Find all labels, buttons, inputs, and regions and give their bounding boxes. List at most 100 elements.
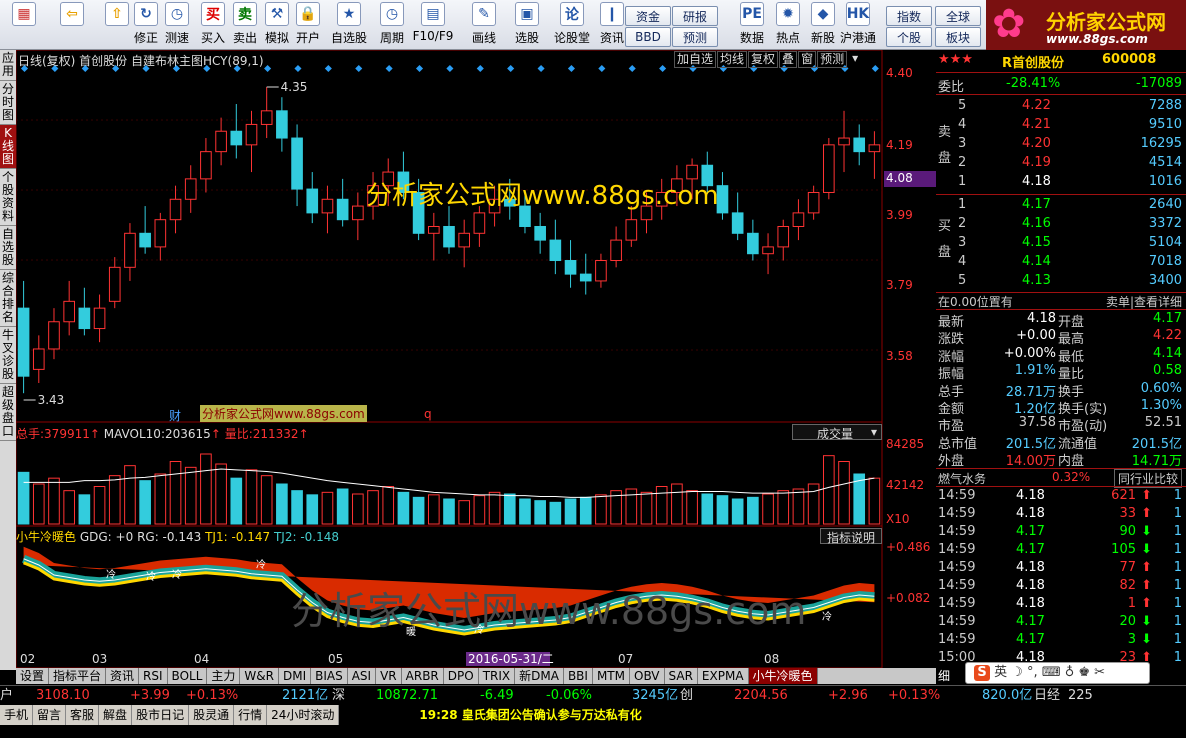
indicator-tab[interactable]: 小牛冷暖色 xyxy=(748,668,818,684)
indicator-tab[interactable]: ARBR xyxy=(402,668,444,684)
indicator-tab[interactable]: RSI xyxy=(139,668,168,684)
indicator-tab[interactable]: 新DMA xyxy=(515,668,564,684)
stat-value: 4.17 xyxy=(1153,311,1182,326)
toolbar-small-button[interactable]: 全球 xyxy=(935,6,981,26)
indicator-tab[interactable]: 指标平台 xyxy=(49,668,107,684)
indicator-tab[interactable]: VR xyxy=(376,668,402,684)
open-button[interactable]: 🔒 开户 xyxy=(289,2,327,48)
header-button[interactable]: 窗 xyxy=(798,51,817,68)
candle-body xyxy=(78,307,91,330)
indicator-tab[interactable]: BOLL xyxy=(168,668,208,684)
select-button[interactable]: ▣ 选股 xyxy=(508,2,546,48)
toolbar-small-button[interactable]: 个股 xyxy=(886,27,932,47)
tick-count: 1 xyxy=(1173,596,1182,611)
indicator-tab[interactable]: ASI xyxy=(348,668,377,684)
candle-body xyxy=(868,144,881,153)
buy-price[interactable]: 4.14 xyxy=(1022,254,1051,269)
logo-url: www.88gs.com xyxy=(1046,32,1148,46)
left-tab[interactable]: 牛叉诊股 xyxy=(0,327,16,384)
toolbar-small-button[interactable]: 指数 xyxy=(886,6,932,26)
back-button[interactable]: ⇦ xyxy=(52,2,92,48)
buy-price[interactable]: 4.16 xyxy=(1022,216,1051,231)
candle-body xyxy=(291,137,303,190)
left-tab[interactable]: K线图 xyxy=(0,125,16,169)
volume-bar xyxy=(336,488,349,525)
sell-price[interactable]: 4.22 xyxy=(1022,98,1051,113)
buy-price[interactable]: 4.17 xyxy=(1022,197,1051,212)
indicator-tab[interactable]: DPO xyxy=(444,668,479,684)
signal-diamond xyxy=(659,64,667,73)
info-icon: ❙ xyxy=(600,2,624,26)
month-label: 02 xyxy=(20,652,35,666)
status-item[interactable]: 24小时滚动 xyxy=(267,705,340,725)
left-tab[interactable]: 分时图 xyxy=(0,81,16,125)
left-tab[interactable]: 应用 xyxy=(0,50,16,81)
status-item[interactable]: 解盘 xyxy=(99,705,133,725)
fav-button[interactable]: ★ 自选股 xyxy=(330,2,368,48)
sell-price[interactable]: 4.20 xyxy=(1022,136,1051,151)
left-tab[interactable]: 综合排名 xyxy=(0,270,16,327)
fix-label: 修正 xyxy=(133,31,158,45)
indicator-tab[interactable]: 主力 xyxy=(207,668,241,684)
sz-value: 10872.71 xyxy=(376,688,439,703)
measure-button[interactable]: ◷ 测速 xyxy=(158,2,196,48)
header-button[interactable]: 加自选 xyxy=(674,51,717,68)
sell-price[interactable]: 4.21 xyxy=(1022,117,1051,132)
toolbar-small-button[interactable]: BBD xyxy=(625,27,671,47)
new-label: 新股 xyxy=(810,31,835,45)
period-label: 周期 xyxy=(379,31,404,45)
indicator-tab[interactable]: OBV xyxy=(630,668,665,684)
status-item[interactable]: 客服 xyxy=(66,705,100,725)
stat-value: +0.00 xyxy=(1016,328,1056,344)
ime-bar[interactable]: S 英 ☽ °, ⌨ ♁ ♚ ✂ xyxy=(965,662,1150,684)
status-item[interactable]: 手机 xyxy=(0,705,34,725)
hk-button[interactable]: HK 沪港通 xyxy=(839,2,877,48)
forum-button[interactable]: 论论股堂 xyxy=(553,2,591,48)
indicator-tab[interactable]: 设置 xyxy=(16,668,50,684)
sell-price[interactable]: 4.18 xyxy=(1022,174,1051,189)
header-button[interactable]: 均线 xyxy=(717,51,748,68)
toolbar-small-button[interactable]: 研报 xyxy=(672,6,718,26)
position-detail-link[interactable]: 卖单|查看详细 xyxy=(1106,293,1182,310)
f10-button[interactable]: ▤ F10/F9 xyxy=(413,2,453,48)
indicator-tab[interactable]: W&R xyxy=(240,668,279,684)
sell-price[interactable]: 4.19 xyxy=(1022,155,1051,170)
period-button[interactable]: ◷ 周期 xyxy=(373,2,411,48)
detail-tab[interactable]: 细 xyxy=(938,667,950,684)
draw-label: 画线 xyxy=(471,31,496,45)
header-button[interactable]: 叠 xyxy=(779,51,798,68)
buy-price[interactable]: 4.15 xyxy=(1022,235,1051,250)
header-button[interactable]: 预测 xyxy=(817,51,848,68)
indicator-tab[interactable]: BIAS xyxy=(311,668,348,684)
indicator-tab[interactable]: DMI xyxy=(279,668,312,684)
toolbar-small-button[interactable]: 板块 xyxy=(935,27,981,47)
menu-button[interactable]: ▦ xyxy=(4,2,44,48)
indicator-help-button[interactable]: 指标说明 xyxy=(820,528,882,545)
indicator-tab[interactable]: 资讯 xyxy=(106,668,140,684)
status-item[interactable]: 留言 xyxy=(33,705,67,725)
toolbar-small-button[interactable]: 资金 xyxy=(625,6,671,26)
toolbar-small-button[interactable]: 预测 xyxy=(672,27,718,47)
indicator-tab[interactable]: EXPMA xyxy=(698,668,749,684)
left-tab[interactable]: 自选股 xyxy=(0,226,16,270)
header-menu-icon[interactable]: ▾ xyxy=(848,51,862,68)
news-ticker[interactable]: 19:28 皇氏集团公告确认参与万达私有化 xyxy=(339,705,1186,725)
indicator-tab[interactable]: SAR xyxy=(665,668,698,684)
indicator-tab[interactable]: MTM xyxy=(593,668,630,684)
status-item[interactable]: 行情 xyxy=(234,705,268,725)
indicator-tab[interactable]: TRIX xyxy=(479,668,516,684)
indicator-tab[interactable]: BBI xyxy=(564,668,593,684)
draw-button[interactable]: ✎ 画线 xyxy=(465,2,503,48)
chart-header-buttons: 加自选 均线 复权叠窗预测 ▾ xyxy=(674,51,862,68)
volume-dropdown[interactable]: 成交量 ▾ xyxy=(792,424,882,441)
tick-volume: 105 xyxy=(1111,542,1136,557)
data-button[interactable]: PE 数据 xyxy=(733,2,771,48)
buy-price[interactable]: 4.13 xyxy=(1022,273,1051,288)
new-button[interactable]: ◆ 新股 xyxy=(804,2,842,48)
status-item[interactable]: 股市日记 xyxy=(132,705,190,725)
left-tab[interactable]: 个股资料 xyxy=(0,169,16,226)
status-item[interactable]: 股灵通 xyxy=(189,705,235,725)
hot-button[interactable]: ✹ 热点 xyxy=(769,2,807,48)
header-button[interactable]: 复权 xyxy=(748,51,779,68)
left-tab[interactable]: 超级盘口 xyxy=(0,384,16,441)
